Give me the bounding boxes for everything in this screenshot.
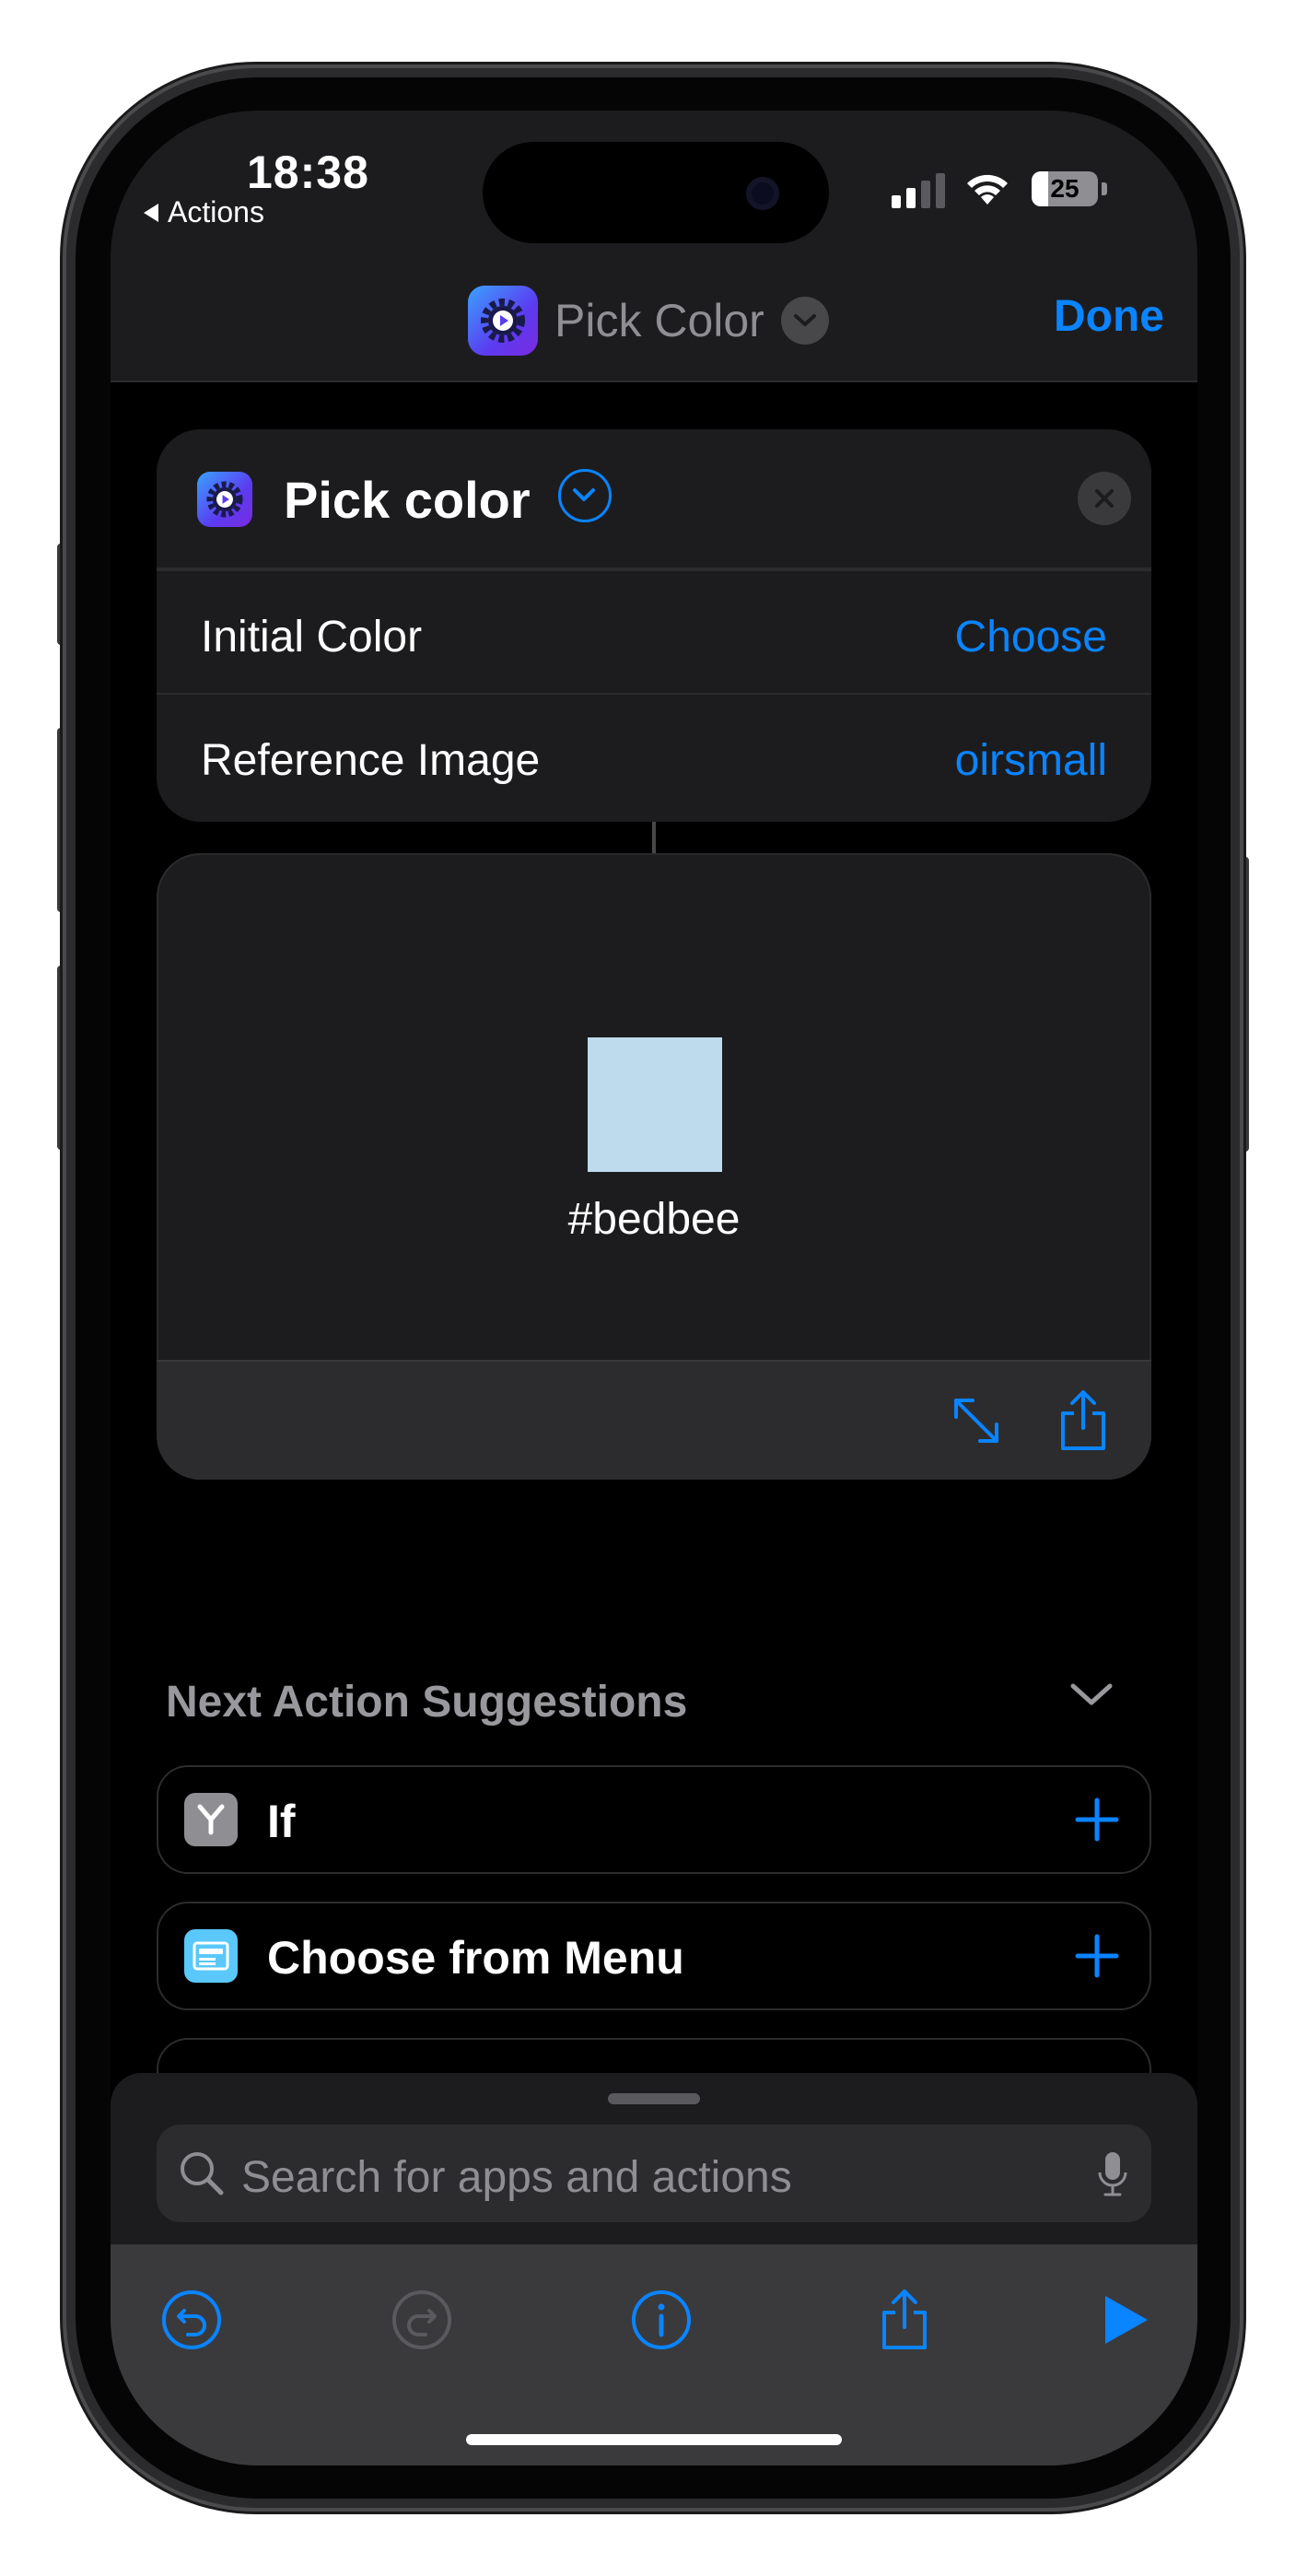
info-icon (632, 2290, 691, 2349)
action-search-sheet (111, 2073, 1197, 2465)
suggestion-item-if[interactable]: If (157, 1765, 1151, 1874)
initial-color-label: Initial Color (201, 613, 423, 662)
initial-color-choose-button[interactable]: Choose (955, 612, 1107, 662)
search-icon (175, 2147, 227, 2203)
reference-image-value[interactable]: oirsmall (955, 735, 1107, 786)
add-if-button[interactable] (1070, 1793, 1124, 1851)
add-choose-from-menu-button[interactable] (1070, 1929, 1124, 1987)
plus-icon (1075, 1797, 1119, 1842)
redo-button[interactable] (389, 2287, 455, 2353)
wifi-icon (963, 170, 1011, 211)
front-camera (746, 177, 779, 210)
sheet-grabber[interactable] (608, 2093, 700, 2104)
undo-icon (162, 2290, 221, 2349)
back-arrow-icon (144, 203, 158, 222)
pick-color-action-card: Pick color Initial Color Choose Referenc… (157, 429, 1151, 822)
color-hex-label: #bedbee (567, 1195, 741, 1244)
back-to-actions-link[interactable]: Actions (144, 195, 264, 229)
action-card-header: Pick color (157, 429, 1151, 568)
undo-button[interactable] (158, 2287, 225, 2353)
battery-tip (1102, 182, 1107, 195)
close-icon (1095, 489, 1114, 508)
chevron-down-icon (573, 488, 595, 501)
share-icon[interactable] (1056, 1388, 1111, 1454)
battery-level: 25 (1050, 174, 1079, 203)
color-result-card: #bedbee (157, 853, 1151, 1480)
battery-icon: 25 (1032, 171, 1098, 206)
suggestion-label: If (267, 1796, 296, 1847)
nav-divider (111, 381, 1197, 382)
suggestion-item-choose-from-menu[interactable]: Choose from Menu (157, 1902, 1151, 2010)
menu-icon (184, 1929, 238, 1983)
chevron-down-icon[interactable] (1068, 1677, 1114, 1718)
shortcuts-action-icon (197, 472, 252, 527)
editor-toolbar (111, 2244, 1197, 2465)
run-button[interactable] (1091, 2287, 1157, 2353)
remove-action-button[interactable] (1078, 472, 1131, 525)
info-button[interactable] (628, 2287, 694, 2353)
cellular-signal-icon (892, 173, 945, 208)
initial-color-row[interactable]: Initial Color Choose (157, 571, 1151, 695)
reference-image-row[interactable]: Reference Image oirsmall (157, 695, 1151, 818)
nav-title: Pick Color (554, 295, 764, 346)
phone-screen: 18:38 Actions 25 Pick Color Done Pick co… (111, 111, 1197, 2465)
action-connector-line (652, 822, 656, 853)
suggestion-label: Choose from Menu (267, 1932, 684, 1984)
search-input[interactable] (241, 2152, 1052, 2203)
action-title: Pick color (284, 471, 531, 529)
share-button[interactable] (871, 2287, 938, 2353)
status-time: 18:38 (247, 146, 369, 198)
expand-icon[interactable] (947, 1391, 1006, 1450)
reference-image-label: Reference Image (201, 736, 541, 785)
next-action-suggestions-title: Next Action Suggestions (166, 1678, 688, 1727)
microphone-icon[interactable] (1096, 2149, 1129, 2205)
search-bar[interactable] (157, 2125, 1151, 2222)
back-label: Actions (168, 195, 264, 228)
expand-action-button[interactable] (558, 469, 612, 522)
share-icon (882, 2289, 927, 2349)
play-icon (1105, 2296, 1148, 2344)
chevron-down-icon (780, 297, 829, 345)
shortcuts-action-icon (468, 286, 538, 356)
nav-title-menu[interactable]: Pick Color (468, 286, 829, 356)
done-button[interactable]: Done (1054, 291, 1164, 342)
color-swatch (588, 1037, 722, 1172)
plus-icon (1075, 1934, 1119, 1978)
redo-icon (392, 2290, 451, 2349)
home-indicator[interactable] (466, 2434, 842, 2445)
result-footer (157, 1360, 1151, 1480)
branch-icon (184, 1793, 238, 1846)
